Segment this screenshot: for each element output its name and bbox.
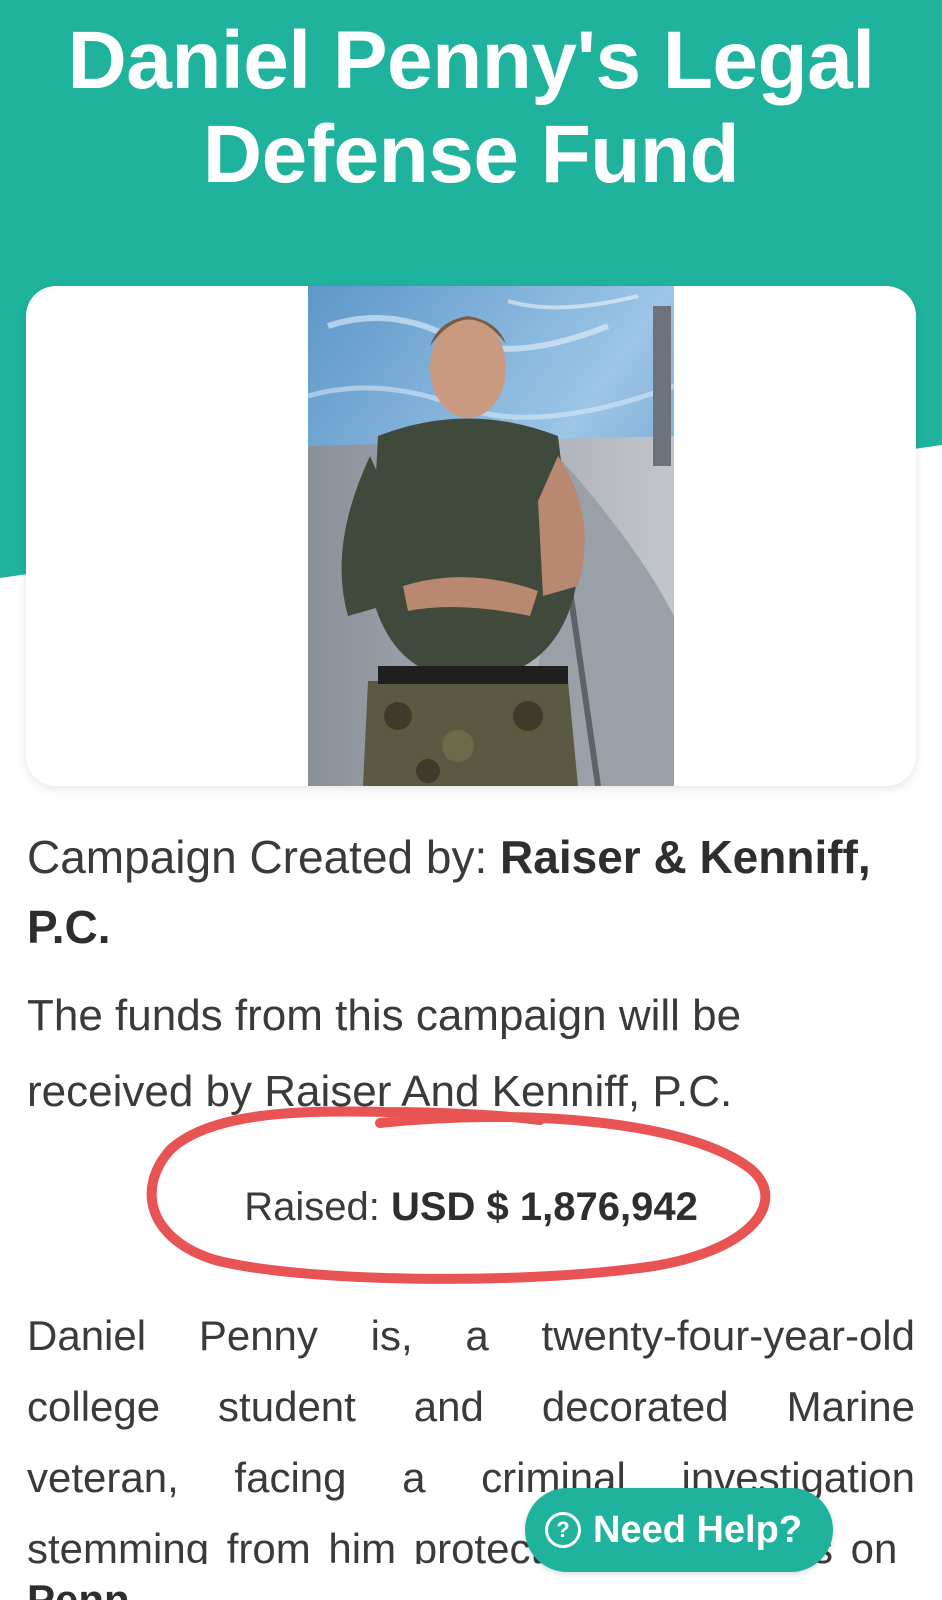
story-continuation: Penn bbox=[27, 1576, 130, 1600]
campaign-creator: Campaign Created by: Raiser & Kenniff, P… bbox=[27, 822, 907, 962]
funds-recipient-text: The funds from this campaign will be rec… bbox=[27, 991, 742, 1116]
page-title: Daniel Penny's Legal Defense Fund bbox=[67, 15, 876, 200]
creator-prefix: Campaign Created by: bbox=[27, 831, 501, 883]
raised-value: USD $ 1,876,942 bbox=[390, 1185, 698, 1229]
need-help-button[interactable]: ? Need Help? bbox=[525, 1488, 833, 1572]
raised-amount: Raised: USD $ 1,876,942 bbox=[0, 1180, 942, 1234]
need-help-label: Need Help? bbox=[593, 1508, 803, 1551]
question-circle-icon: ? bbox=[545, 1512, 581, 1548]
campaign-media-card bbox=[26, 286, 916, 786]
campaign-photo[interactable] bbox=[308, 286, 674, 786]
raised-label: Raised: bbox=[244, 1185, 391, 1229]
